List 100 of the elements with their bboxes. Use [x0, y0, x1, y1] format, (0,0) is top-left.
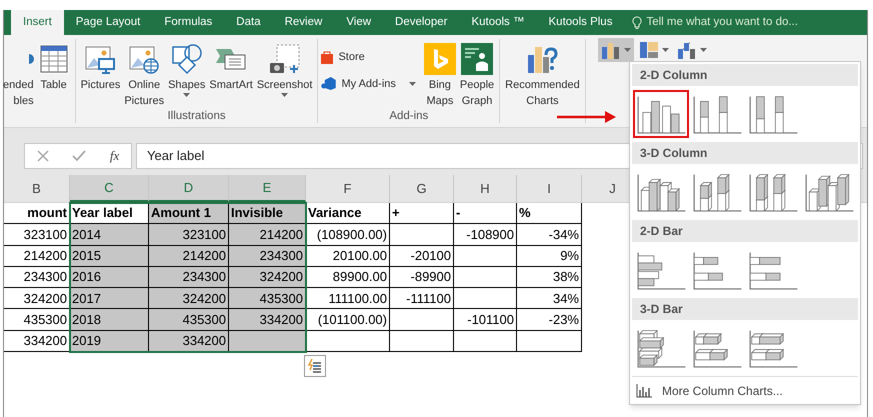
- table-cell: 89900.00: [306, 266, 390, 288]
- ribbon-tab[interactable]: Kutools ™: [459, 10, 537, 35]
- column-chart-icon: [636, 384, 652, 398]
- table-cell: 2016: [70, 266, 149, 288]
- screenshot-icon: [268, 43, 301, 75]
- tell-me-field[interactable]: Tell me what you want to do...: [646, 14, 798, 32]
- table-cell: (108900.00): [306, 224, 390, 246]
- table-cell: 2015: [70, 246, 149, 267]
- column-header[interactable]: H: [454, 175, 517, 202]
- table-cell: -20100: [390, 246, 454, 267]
- section-header: 2-D Column: [632, 64, 858, 86]
- table-cell: -23%: [517, 309, 582, 331]
- caret-icon: [624, 48, 631, 52]
- table-cell: -101100: [454, 309, 517, 331]
- ribbon-tab[interactable]: Formulas: [152, 10, 224, 35]
- table-cell: [454, 288, 517, 310]
- table-cell: 234300: [149, 266, 229, 288]
- table-cell: 323100: [149, 224, 229, 246]
- table-cell: Invisible: [229, 203, 306, 224]
- ribbon-tab[interactable]: Review: [272, 10, 334, 35]
- table-cell: Variance: [306, 203, 390, 224]
- ribbon-button[interactable]: Store: [321, 49, 416, 66]
- ribbon-tab[interactable]: Data: [224, 10, 273, 35]
- ribbon-button[interactable]: Shapes: [166, 39, 208, 97]
- store-icon: [321, 50, 334, 64]
- table-cell: +: [390, 203, 454, 224]
- ribbon-button[interactable]: Screenshot: [254, 39, 314, 97]
- ribbon-button[interactable]: SmartArt: [207, 39, 255, 93]
- ribbon-button[interactable]: Bing Maps: [422, 39, 458, 109]
- table-cell: [517, 330, 582, 352]
- hierarchy-chart-icon: [638, 41, 659, 59]
- table-cell: 214200: [229, 224, 306, 246]
- caret-icon: [662, 48, 669, 52]
- table-cell: 111100.00: [306, 288, 390, 310]
- table-cell: %: [517, 203, 582, 224]
- table-cell: 334200: [149, 330, 229, 352]
- chart-type-option[interactable]: [633, 90, 689, 138]
- insert-function-button[interactable]: fx: [110, 146, 120, 166]
- ribbon-button[interactable]: My Add-ins: [321, 76, 416, 92]
- ribbon-tab[interactable]: Kutools Plus: [536, 10, 624, 35]
- caret-icon: [700, 48, 707, 52]
- ribbon-tab[interactable]: Insert: [11, 10, 64, 35]
- table-cell: -89900: [390, 266, 454, 288]
- table-cell: 324200: [149, 288, 229, 310]
- shapes-icon: [170, 43, 203, 75]
- group-label: Add-ins: [388, 109, 430, 123]
- table-cell: (101100.00): [306, 309, 390, 331]
- quick-analysis-icon[interactable]: [304, 355, 326, 377]
- ribbon-tab[interactable]: Page Layout: [64, 10, 152, 35]
- table-cell: [454, 266, 517, 288]
- table-cell: -34%: [517, 224, 582, 246]
- section-header: 3-D Bar: [632, 298, 858, 320]
- column-header[interactable]: F: [306, 175, 390, 202]
- table-cell: 20100.00: [306, 246, 390, 267]
- column-chart-icon: [600, 41, 621, 59]
- people-icon: [461, 43, 494, 75]
- table-cell: [454, 246, 517, 267]
- table-cell: -111100: [390, 288, 454, 310]
- table-cell: 2018: [70, 309, 149, 331]
- table-cell: 9%: [517, 246, 582, 267]
- table-cell: [390, 224, 454, 246]
- table-cell: Amount 1: [149, 203, 229, 224]
- ribbon-button[interactable]: People Graph: [458, 39, 496, 109]
- table-cell: 34%: [517, 288, 582, 310]
- ribbon-button[interactable]: Pictures: [78, 39, 122, 93]
- chart-button[interactable]: [598, 38, 634, 62]
- check-icon[interactable]: [72, 150, 86, 162]
- column-header[interactable]: G: [390, 175, 454, 202]
- column-header[interactable]: D: [149, 175, 229, 202]
- ribbon-button[interactable]: Online Pictures: [122, 39, 166, 109]
- cancel-icon[interactable]: [36, 150, 49, 162]
- table-cell: -108900: [454, 224, 517, 246]
- table-cell: 214200: [149, 246, 229, 267]
- arrow-icon: [557, 110, 617, 124]
- table-cell: -: [454, 203, 517, 224]
- ribbon-button[interactable]: Table: [36, 39, 72, 93]
- table-cell: [390, 309, 454, 331]
- column-header[interactable]: I: [517, 175, 582, 202]
- waterfall-chart-icon: [676, 41, 697, 59]
- table-cell: 38%: [517, 266, 582, 288]
- table-cell: 234300: [229, 246, 306, 267]
- table-cell: [454, 330, 517, 352]
- table-cell: 435300: [229, 288, 306, 310]
- table-cell: 2017: [70, 288, 149, 310]
- table-cell: Year label: [70, 203, 149, 224]
- table-cell: 2014: [70, 224, 149, 246]
- ribbon-tab[interactable]: Developer: [383, 10, 460, 35]
- table-cell: 435300: [149, 309, 229, 331]
- column-header[interactable]: E: [229, 175, 306, 202]
- more-charts-link[interactable]: More Column Charts...: [662, 382, 783, 400]
- section-header: 3-D Column: [632, 142, 858, 164]
- table-cell: 214200: [4, 246, 70, 267]
- lightbulb-icon: [632, 16, 642, 30]
- ribbon-button[interactable]: Recommended Charts: [503, 39, 582, 109]
- section-header: 2-D Bar: [632, 220, 858, 242]
- ribbon-tab[interactable]: View: [334, 10, 384, 35]
- table-cell: [390, 330, 454, 352]
- column-header[interactable]: C: [70, 175, 149, 202]
- table-cell: 334200: [229, 309, 306, 331]
- table-icon: [38, 43, 70, 75]
